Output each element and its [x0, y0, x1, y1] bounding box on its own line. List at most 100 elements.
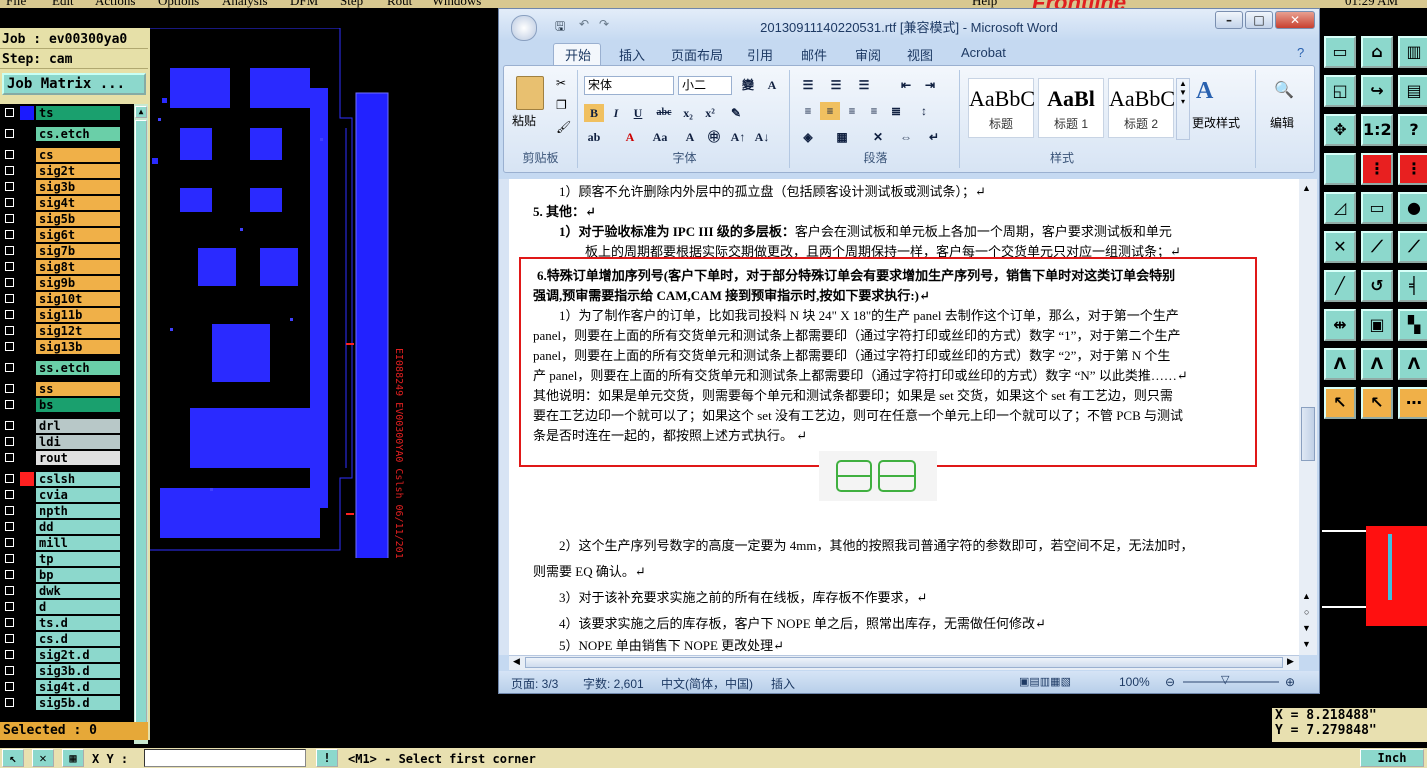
scroll-down-icon[interactable]: ▼	[1302, 639, 1311, 649]
layer-checkbox[interactable]	[5, 570, 14, 579]
layer-checkbox[interactable]	[5, 437, 14, 446]
layer-row[interactable]: sig7b	[2, 244, 132, 258]
hscroll-thumb[interactable]	[525, 657, 1283, 668]
snap-tool-icon[interactable]: ✕	[32, 749, 54, 767]
reshape-icon[interactable]: ↪	[1361, 75, 1393, 107]
layer-row[interactable]: mill	[2, 536, 132, 550]
layer-row[interactable]: rout	[2, 451, 132, 465]
question-icon[interactable]: ?	[1398, 114, 1427, 146]
units-button[interactable]: Inch	[1360, 749, 1424, 767]
menu-rout[interactable]: Rout	[387, 0, 412, 8]
doc-horizontal-scrollbar[interactable]: ◀ ▶	[509, 655, 1299, 670]
layer-row[interactable]: sig5b.d	[2, 696, 132, 710]
align-left-icon[interactable]: ≡	[798, 102, 818, 120]
font-color-icon[interactable]: A	[620, 128, 640, 146]
layer-checkbox[interactable]	[5, 650, 14, 659]
layer-row[interactable]: bs	[2, 398, 132, 412]
font-size-combo[interactable]: 小二	[678, 76, 732, 95]
layer-row[interactable]: dwk	[2, 584, 132, 598]
layer-checkbox[interactable]	[5, 538, 14, 547]
superscript-icon[interactable]: x²	[700, 104, 720, 122]
layer-row[interactable]: sig2t	[2, 164, 132, 178]
layer-row[interactable]: ts	[2, 106, 132, 120]
layer-row[interactable]: sig6t	[2, 228, 132, 242]
layer-name[interactable]: sig3b.d	[36, 664, 120, 678]
italic-icon[interactable]: I	[606, 104, 626, 122]
layer-checkbox[interactable]	[5, 214, 14, 223]
layer-name[interactable]: sig8t	[36, 260, 120, 274]
justify-icon[interactable]: ≡	[864, 102, 884, 120]
scroll-thumb[interactable]	[135, 120, 147, 724]
layer-row[interactable]: tp	[2, 552, 132, 566]
word-count[interactable]: 字数: 2,601	[583, 675, 644, 692]
layer-name[interactable]: ts.d	[36, 616, 120, 630]
view-buttons-icon[interactable]: ▣▤▥▦▧	[1019, 675, 1071, 688]
next-page-icon[interactable]: ▼	[1302, 623, 1311, 633]
format-painter-icon[interactable]: 🖌	[556, 120, 571, 134]
layer-name[interactable]: sig5b.d	[36, 696, 120, 710]
tab-mailings[interactable]: 邮件	[801, 45, 827, 64]
layer-name[interactable]: bs	[36, 398, 120, 412]
line-icon[interactable]: ╱	[1324, 270, 1356, 302]
show-marks-icon[interactable]: ↵	[924, 128, 944, 146]
tab-acrobat[interactable]: Acrobat	[961, 45, 1006, 60]
layer-name[interactable]: cs	[36, 148, 120, 162]
style-heading-1[interactable]: AaBl 标题 1	[1038, 78, 1104, 138]
layer-checkbox[interactable]	[5, 554, 14, 563]
ruler-icon[interactable]: ▭	[1361, 192, 1393, 224]
maximize-icon[interactable]: □	[1245, 11, 1273, 29]
step-icon[interactable]: ╡	[1398, 270, 1427, 302]
layer-checkbox[interactable]	[5, 294, 14, 303]
scroll-up-arrow-icon[interactable]: ▲	[135, 106, 147, 118]
menu-dfm[interactable]: DFM	[290, 0, 318, 8]
undo-region-icon[interactable]: ◱	[1324, 75, 1356, 107]
minimize-icon[interactable]: –	[1215, 11, 1243, 29]
layer-checkbox[interactable]	[5, 326, 14, 335]
layer-row[interactable]: d	[2, 600, 132, 614]
tab-review[interactable]: 审阅	[855, 45, 881, 64]
multilevel-list-icon[interactable]: ☰	[854, 76, 874, 94]
layer-name[interactable]: sig10t	[36, 292, 120, 306]
layer-name[interactable]: dd	[36, 520, 120, 534]
layer-checkbox[interactable]	[5, 262, 14, 271]
pad-icon[interactable]: ●	[1398, 192, 1427, 224]
sort-icon[interactable]: ✕	[868, 128, 888, 146]
highlight-icon[interactable]: ab	[584, 128, 604, 146]
language-indicator[interactable]: 中文(简体，中国)	[661, 675, 753, 692]
increase-indent-icon[interactable]: ⇥	[920, 76, 940, 94]
layer-name[interactable]: bp	[36, 568, 120, 582]
layer-name[interactable]: ts	[36, 106, 120, 120]
layer-checkbox[interactable]	[5, 666, 14, 675]
layer-checkbox[interactable]	[5, 586, 14, 595]
layer-checkbox[interactable]	[5, 342, 14, 351]
underline-icon[interactable]: U	[628, 104, 648, 122]
change-case-icon[interactable]: Aa	[650, 128, 670, 146]
numbering-icon[interactable]: ☰	[826, 76, 846, 94]
layer-checkbox[interactable]	[5, 682, 14, 691]
scroll-right-icon[interactable]: ▶	[1287, 656, 1294, 667]
asian-layout-icon[interactable]: ⇔	[896, 128, 916, 146]
layer-row[interactable]: ts.d	[2, 616, 132, 630]
change-styles-label[interactable]: 更改样式	[1192, 114, 1240, 131]
layer-checkbox[interactable]	[5, 634, 14, 643]
prev-page-icon[interactable]: ▲	[1302, 591, 1311, 601]
layout-icon[interactable]: ▥	[1398, 36, 1427, 68]
menu-analysis[interactable]: Analysis	[222, 0, 268, 8]
document-page[interactable]: 1）顾客不允许删除内外层中的孤立盘（包括顾客设计测试板或测试条）；↵ 5. 其他…	[509, 179, 1299, 655]
layer-checkbox[interactable]	[5, 278, 14, 287]
layer-checkbox[interactable]	[5, 474, 14, 483]
zoom-out-icon[interactable]: ⊖	[1165, 675, 1175, 689]
layer-name[interactable]: ldi	[36, 435, 120, 449]
layer-name[interactable]: ss	[36, 382, 120, 396]
clear-format-icon[interactable]: ✎	[726, 104, 746, 122]
blank-tool-icon[interactable]	[1324, 153, 1356, 185]
window-icon[interactable]: ▭	[1324, 36, 1356, 68]
copy-icon[interactable]: ❐	[556, 98, 567, 112]
layer-checkbox[interactable]	[5, 453, 14, 462]
layer-row[interactable]: ss.etch	[2, 361, 132, 375]
doc-vertical-scrollbar[interactable]: ▲ ▲ ○ ▼ ▼	[1299, 179, 1317, 655]
layer-name[interactable]: sig3b	[36, 180, 120, 194]
job-matrix-button[interactable]: Job Matrix ...	[2, 73, 146, 95]
layer-checkbox[interactable]	[5, 363, 14, 372]
shrink-font-icon[interactable]: A↓	[752, 128, 772, 146]
